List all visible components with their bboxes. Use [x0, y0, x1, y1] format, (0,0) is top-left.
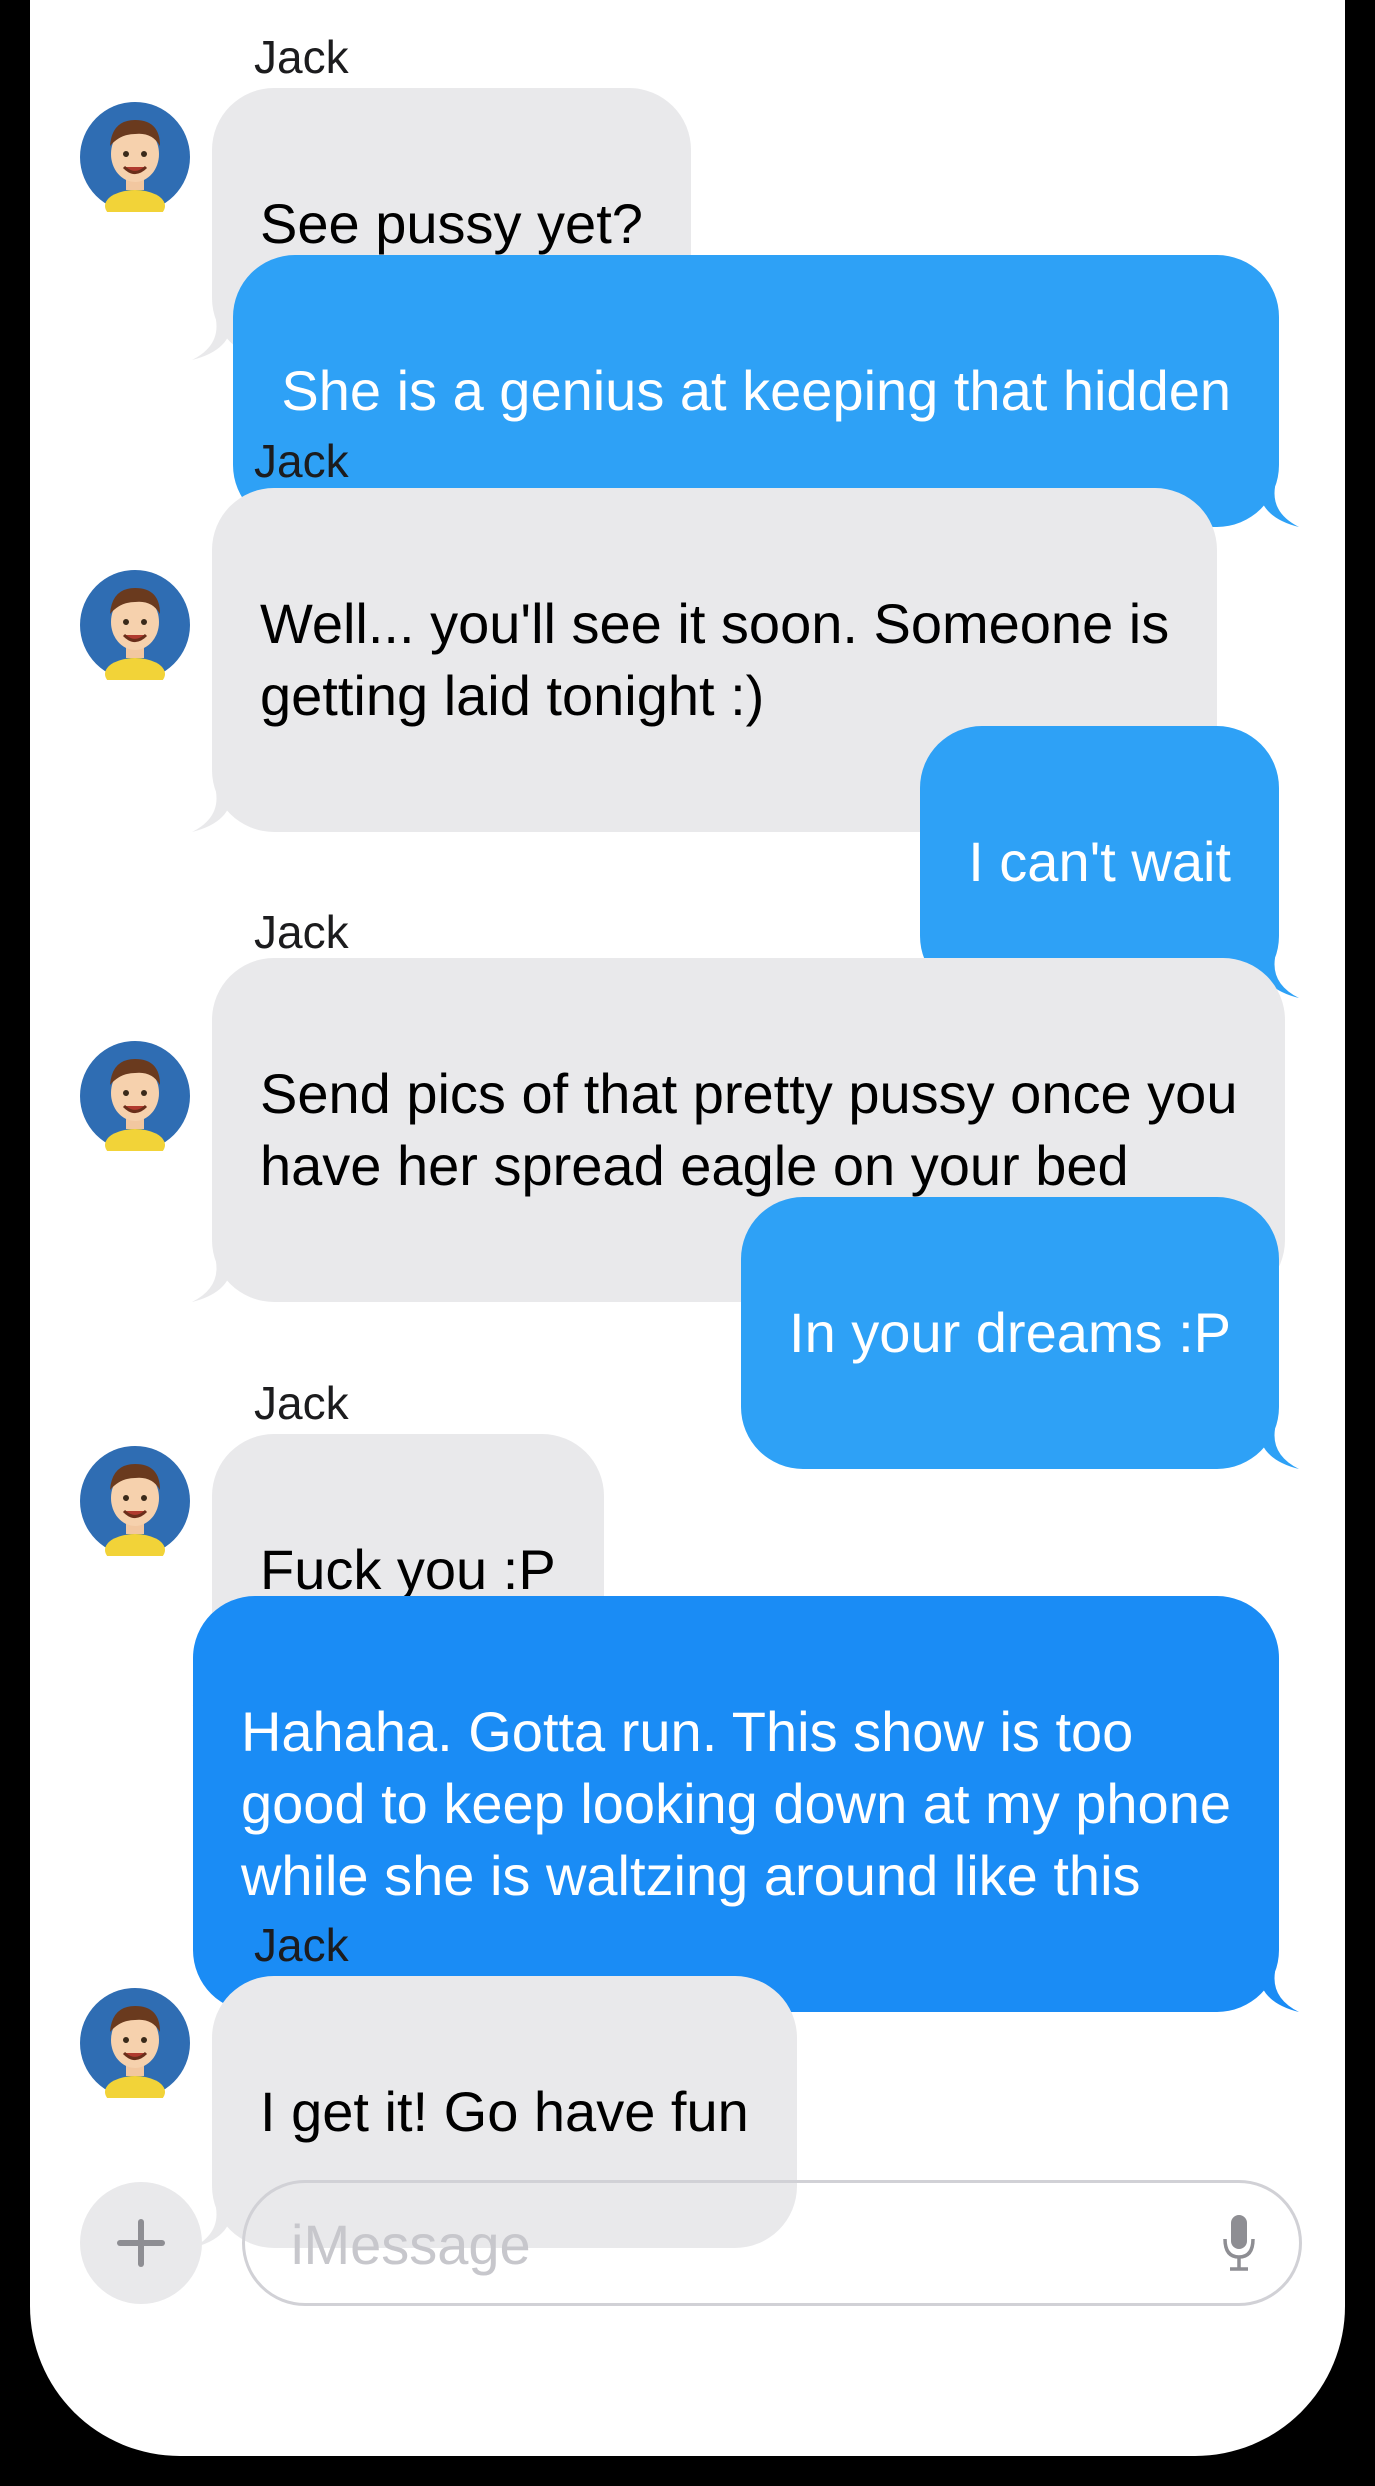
- message-text: I can't wait: [968, 830, 1231, 893]
- add-attachment-button[interactable]: [80, 2182, 202, 2304]
- message-bubble-sent[interactable]: She is a genius at keeping that hidden: [233, 255, 1299, 527]
- microphone-icon[interactable]: [1219, 2213, 1259, 2273]
- avatar-jack-icon: [80, 1988, 190, 2098]
- sender-name: Jack: [254, 1919, 349, 1971]
- message-text: She is a genius at keeping that hidden: [281, 359, 1231, 422]
- message-input[interactable]: iMessage: [242, 2180, 1302, 2306]
- avatar[interactable]: [80, 1446, 190, 1556]
- message-text: Well... you'll see it soon. Someone is g…: [260, 592, 1170, 727]
- message-text: See pussy yet?: [260, 192, 643, 255]
- avatar-jack-icon: [80, 102, 190, 212]
- avatar[interactable]: [80, 1041, 190, 1151]
- avatar-jack-icon: [80, 1446, 190, 1556]
- avatar[interactable]: [80, 1988, 190, 2098]
- avatar[interactable]: [80, 570, 190, 680]
- avatar[interactable]: [80, 102, 190, 212]
- message-input-placeholder: iMessage: [291, 2213, 531, 2276]
- sender-name: Jack: [254, 435, 349, 487]
- avatar-jack-icon: [80, 570, 190, 680]
- message-text: Hahaha. Gotta run. This show is too good…: [240, 1700, 1231, 1907]
- sender-name: Jack: [254, 906, 349, 958]
- message-bubble-sent[interactable]: Hahaha. Gotta run. This show is too good…: [192, 1596, 1299, 2012]
- message-text: I get it! Go have fun: [260, 2080, 749, 2143]
- message-text: Fuck you :P: [260, 1538, 556, 1601]
- sender-name: Jack: [254, 1377, 349, 1429]
- chat-screen: Jack See pussy yet? She is a genius at k…: [30, 0, 1345, 2456]
- message-bubble-sent[interactable]: In your dreams :P: [741, 1197, 1299, 1469]
- avatar-jack-icon: [80, 1041, 190, 1151]
- message-text: Send pics of that pretty pussy once you …: [260, 1062, 1238, 1197]
- message-text: In your dreams :P: [789, 1301, 1231, 1364]
- sender-name: Jack: [254, 31, 349, 83]
